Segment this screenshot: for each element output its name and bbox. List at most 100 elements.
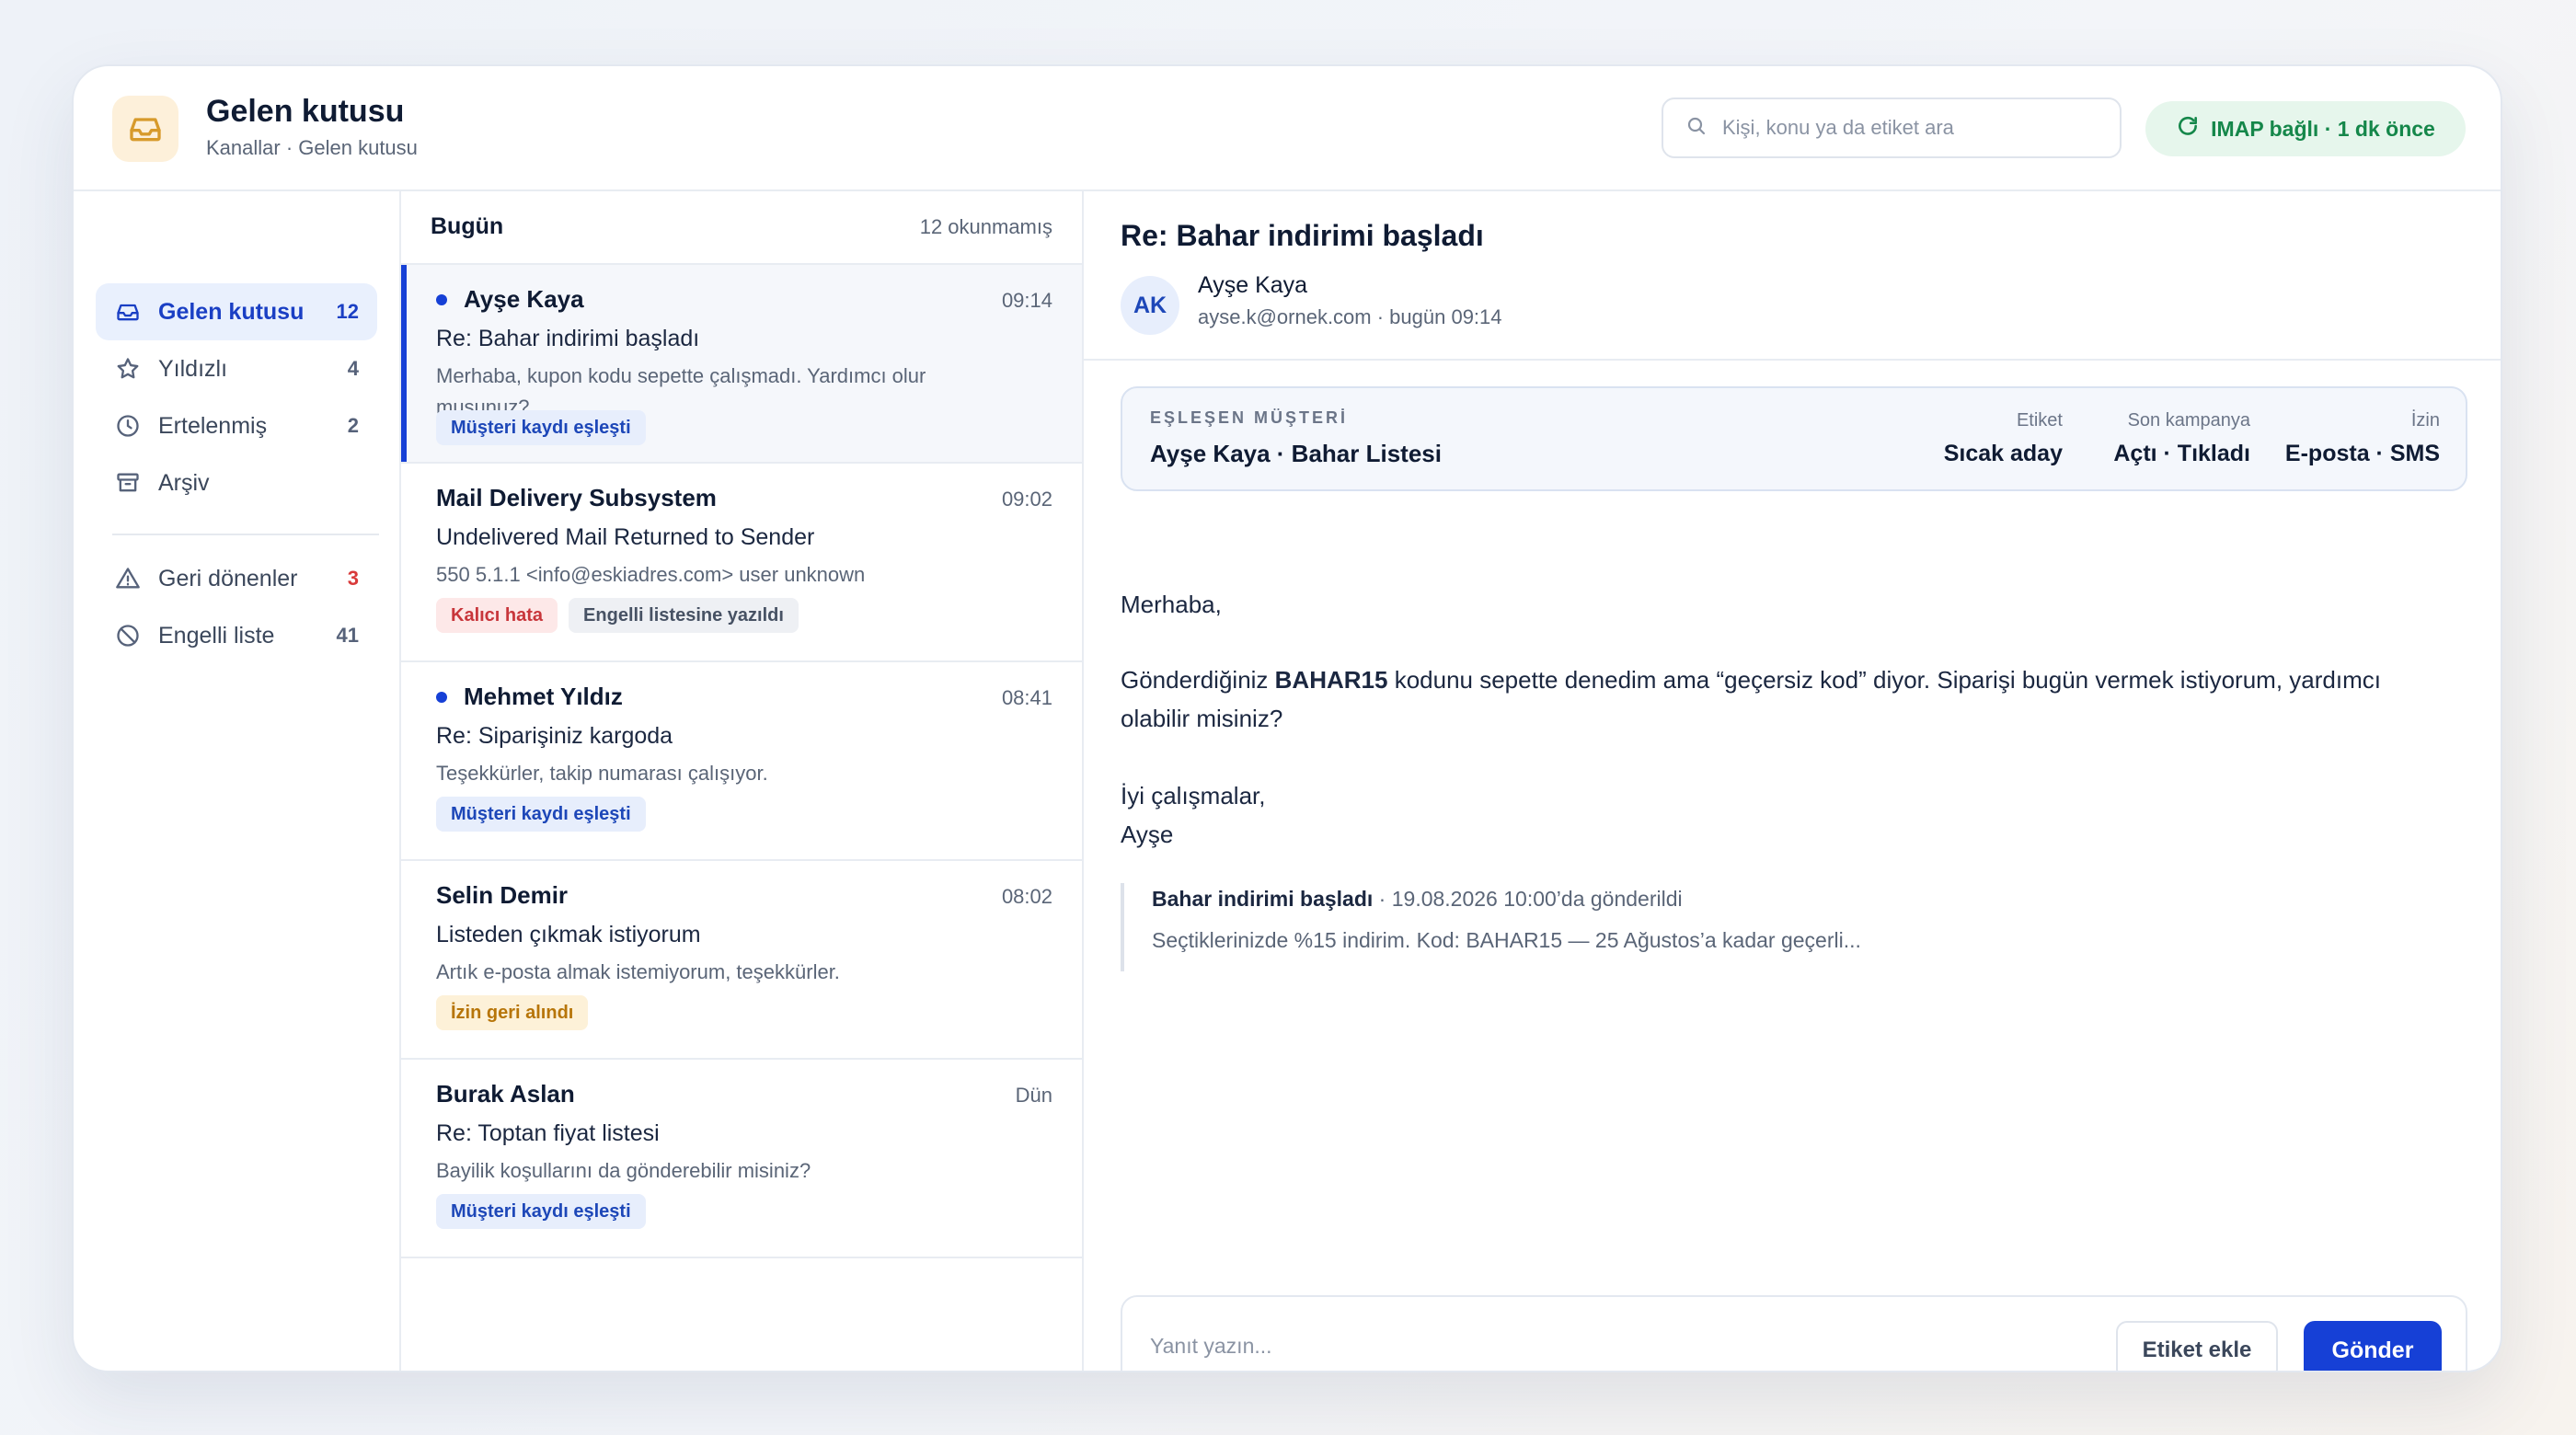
list-day-heading: Bugün bbox=[431, 213, 504, 239]
imap-status-label: IMAP bağlı · 1 dk önce bbox=[2211, 116, 2435, 141]
tag-badge[interactable]: Engelli listesine yazıldı bbox=[569, 598, 799, 633]
message-item[interactable]: Mehmet Yıldız 08:41 Re: Siparişiniz karg… bbox=[401, 662, 1082, 861]
archive-icon bbox=[112, 467, 144, 499]
page-title: Gelen kutusu bbox=[206, 94, 405, 129]
message-sender: Burak Aslan bbox=[436, 1080, 575, 1108]
field-key: İzin bbox=[2410, 410, 2440, 430]
sender-name[interactable]: Ayşe Kaya bbox=[1198, 272, 1307, 299]
coupon-code: BAHAR15 bbox=[1274, 666, 1388, 694]
sidebar: Gelen kutusu 12 Yıldızlı 4 Ertelenmiş 2 … bbox=[74, 191, 401, 1371]
sidebar-item-starred[interactable]: Yıldızlı 4 bbox=[96, 340, 377, 397]
inbox-icon bbox=[112, 96, 178, 162]
email-text: olabilir misiniz? bbox=[1121, 705, 1283, 732]
message-time: 08:41 bbox=[1001, 686, 1052, 709]
sidebar-item-count: 3 bbox=[347, 567, 359, 590]
sidebar-item-label: Geri dönenler bbox=[158, 565, 298, 591]
tag-badge[interactable]: Müşteri kaydı eşleşti bbox=[436, 797, 646, 832]
sidebar-divider bbox=[112, 534, 379, 535]
search-box[interactable] bbox=[1662, 98, 2122, 158]
sidebar-item-label: Yıldızlı bbox=[158, 355, 228, 382]
message-preview: 550 5.1.1 <info@eskiadres.com> user unkn… bbox=[436, 563, 866, 586]
sidebar-item-label: Arşiv bbox=[158, 469, 210, 496]
field-value: E-posta · SMS bbox=[2284, 441, 2440, 466]
tag-badge[interactable]: Müşteri kaydı eşleşti bbox=[436, 410, 646, 445]
search-input[interactable] bbox=[1722, 116, 2090, 140]
message-tags: Müşteri kaydı eşleşti bbox=[436, 1194, 646, 1229]
breadcrumb: Kanallar · Gelen kutusu bbox=[206, 136, 418, 159]
message-item[interactable]: Selin Demir 08:02 Listeden çıkmak istiyo… bbox=[401, 861, 1082, 1060]
block-icon bbox=[112, 620, 144, 651]
reply-composer: Etiket ekle Gönder bbox=[1121, 1295, 2467, 1371]
message-item[interactable]: Ayşe Kaya 09:14 Re: Bahar indirimi başla… bbox=[401, 265, 1082, 464]
reply-input[interactable] bbox=[1150, 1334, 1978, 1359]
message-item[interactable]: Mail Delivery Subsystem 09:02 Undelivere… bbox=[401, 464, 1082, 662]
message-subject: Listeden çıkmak istiyorum bbox=[436, 922, 701, 947]
app-window: Gelen kutusu Kanallar · Gelen kutusu IMA… bbox=[72, 64, 2502, 1372]
message-sender: Mail Delivery Subsystem bbox=[436, 484, 717, 511]
message-tags: Kalıcı hata Engelli listesine yazıldı bbox=[436, 598, 799, 633]
imap-status-badge[interactable]: IMAP bağlı · 1 dk önce bbox=[2145, 101, 2466, 156]
email-closing: İyi çalışmalar, Ayşe bbox=[1121, 776, 1266, 854]
unread-dot-icon bbox=[436, 691, 447, 703]
message-preview: Teşekkürler, takip numarası çalışıyor. bbox=[436, 762, 768, 785]
field-key: Etiket bbox=[2016, 410, 2063, 430]
message-tags: Müşteri kaydı eşleşti bbox=[436, 797, 646, 832]
message-tags: Müşteri kaydı eşleşti bbox=[436, 410, 646, 445]
message-preview: Bayilik koşullarını da gönderebilir misi… bbox=[436, 1159, 811, 1182]
refresh-icon bbox=[2176, 114, 2200, 144]
search-icon bbox=[1685, 115, 1708, 142]
customer-field-label: Etiket Sıcak aday bbox=[1944, 410, 2063, 467]
matched-customer-card[interactable]: EŞLEŞEN MÜŞTERİ Ayşe Kaya · Bahar Listes… bbox=[1121, 386, 2467, 491]
unread-dot-icon bbox=[436, 293, 447, 305]
top-header: Gelen kutusu Kanallar · Gelen kutusu IMA… bbox=[74, 66, 2501, 191]
customer-field-campaign: Son kampanya Açtı · Tıkladı bbox=[2113, 410, 2250, 467]
message-list-header: Bugün 12 okunmamış bbox=[401, 191, 1082, 265]
add-tag-button[interactable]: Etiket ekle bbox=[2116, 1321, 2278, 1371]
send-button[interactable]: Gönder bbox=[2304, 1321, 2442, 1371]
quoted-meta: · 19.08.2026 10:00’da gönderildi bbox=[1373, 887, 1683, 911]
tag-badge[interactable]: Kalıcı hata bbox=[436, 598, 558, 633]
message-time: 09:02 bbox=[1001, 488, 1052, 511]
sidebar-item-snoozed[interactable]: Ertelenmiş 2 bbox=[96, 397, 377, 454]
matched-customer-name: Ayşe Kaya · Bahar Listesi bbox=[1150, 440, 1442, 467]
field-value: Sıcak aday bbox=[1943, 441, 2063, 466]
sidebar-item-count: 4 bbox=[347, 357, 359, 380]
sidebar-item-label: Engelli liste bbox=[158, 622, 275, 649]
message-time: 08:02 bbox=[1001, 885, 1052, 908]
star-icon bbox=[112, 353, 144, 385]
reading-pane: Re: Bahar indirimi başladı AK Ayşe Kaya … bbox=[1084, 191, 2501, 1371]
message-sender-row: Mail Delivery Subsystem bbox=[436, 484, 717, 512]
sidebar-item-archive[interactable]: Arşiv bbox=[96, 454, 377, 511]
message-subject: Re: Toptan fiyat listesi bbox=[436, 1120, 660, 1146]
quoted-message: Bahar indirimi başladı · 19.08.2026 10:0… bbox=[1121, 883, 2409, 971]
field-value: Açtı · Tıkladı bbox=[2113, 441, 2250, 466]
email-text: İyi çalışmalar, bbox=[1121, 782, 1266, 809]
avatar[interactable]: AK bbox=[1121, 276, 1179, 335]
email-text: kodunu sepette denedim ama “geçersiz kod… bbox=[1387, 666, 2381, 694]
message-time: Dün bbox=[1015, 1084, 1052, 1107]
message-list: Bugün 12 okunmamış Ayşe Kaya 09:14 Re: B… bbox=[401, 191, 1084, 1371]
email-text: Gönderdiğiniz bbox=[1121, 666, 1275, 694]
quoted-title: Bahar indirimi başladı bbox=[1152, 887, 1374, 911]
message-sender-row: Burak Aslan bbox=[436, 1080, 575, 1108]
tag-badge[interactable]: İzin geri alındı bbox=[436, 995, 589, 1030]
message-time: 09:14 bbox=[1001, 289, 1052, 312]
tag-badge[interactable]: Müşteri kaydı eşleşti bbox=[436, 1194, 646, 1229]
unread-count: 12 okunmamış bbox=[919, 215, 1052, 238]
customer-field-consent: İzin E-posta · SMS bbox=[2285, 410, 2440, 467]
email-signature: Ayşe bbox=[1121, 821, 1174, 848]
sidebar-item-bounces[interactable]: Geri dönenler 3 bbox=[96, 550, 377, 607]
sidebar-item-count: 2 bbox=[347, 414, 359, 437]
message-sender-row: Selin Demir bbox=[436, 881, 568, 910]
sidebar-item-blocklist[interactable]: Engelli liste 41 bbox=[96, 607, 377, 664]
message-sender: Mehmet Yıldız bbox=[464, 683, 623, 710]
quoted-text: Seçtiklerinizde %15 indirim. Kod: BAHAR1… bbox=[1152, 928, 1861, 952]
email-paragraph: Gönderdiğiniz BAHAR15 kodunu sepette den… bbox=[1121, 660, 2381, 738]
message-subject: Re: Bahar indirimi başladı bbox=[436, 326, 700, 351]
warning-icon bbox=[112, 563, 144, 594]
sidebar-item-label: Ertelenmiş bbox=[158, 412, 268, 439]
message-preview: Artık e-posta almak istemiyorum, teşekkü… bbox=[436, 960, 840, 983]
message-sender: Selin Demir bbox=[436, 881, 569, 909]
sidebar-item-inbox[interactable]: Gelen kutusu 12 bbox=[96, 283, 377, 340]
message-item[interactable]: Burak Aslan Dün Re: Toptan fiyat listesi… bbox=[401, 1060, 1082, 1258]
